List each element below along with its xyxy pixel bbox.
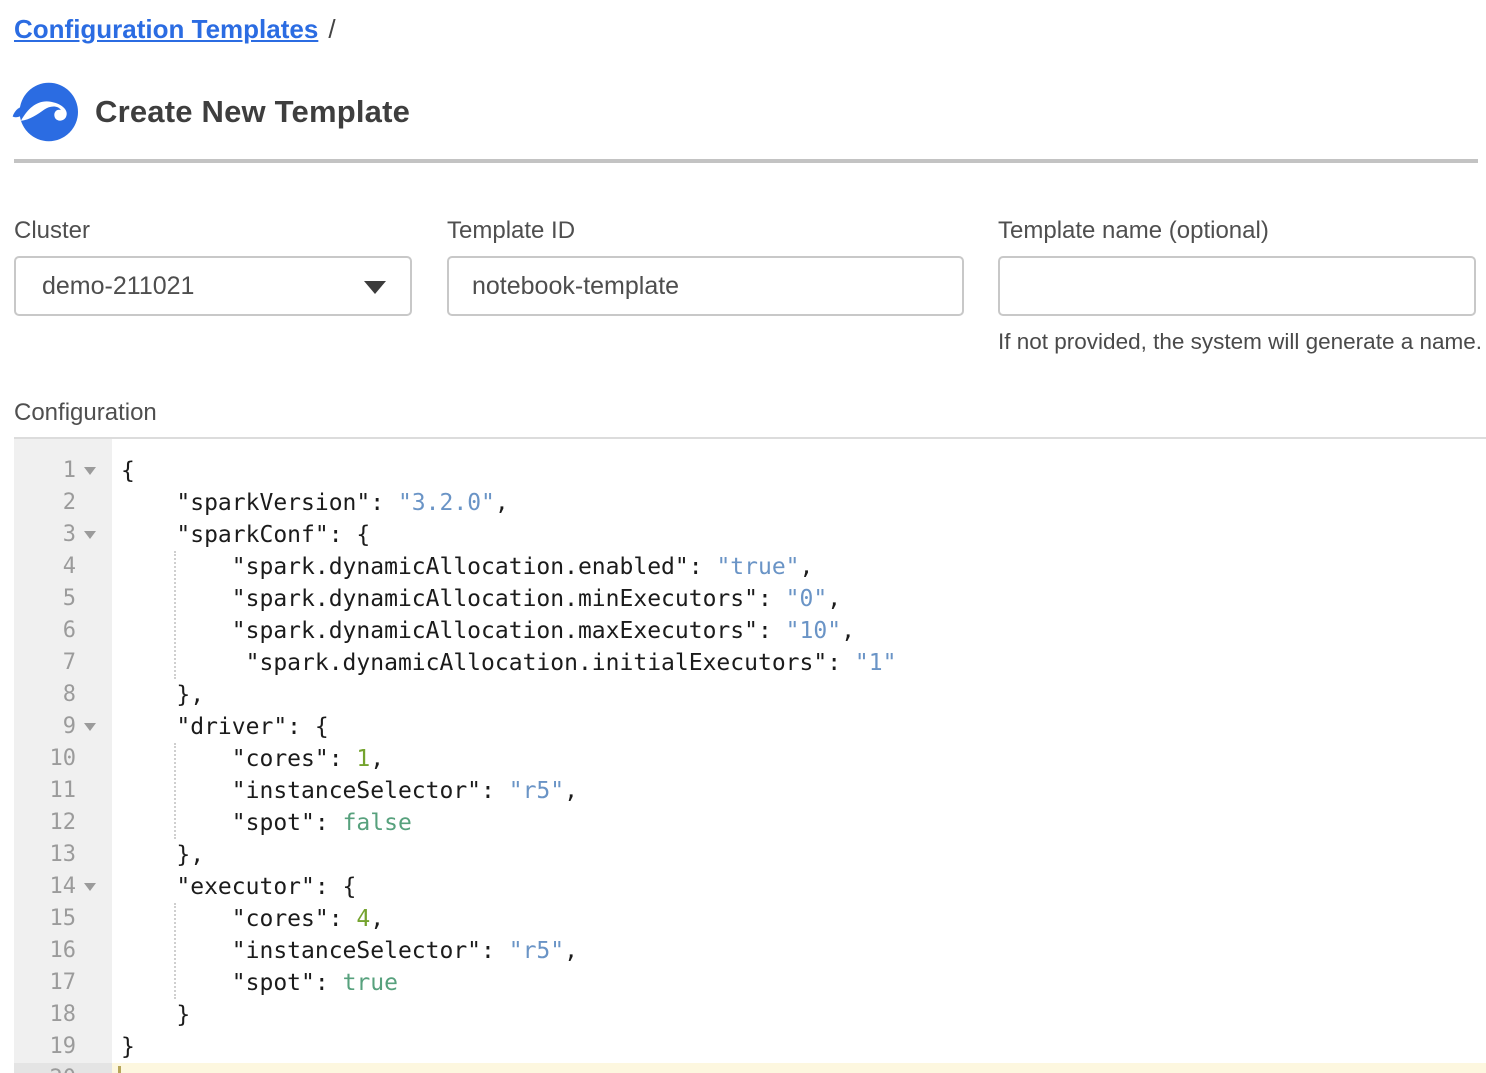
code-line[interactable]: "cores": 1,	[112, 743, 1486, 775]
fold-arrow-icon[interactable]	[84, 723, 96, 731]
gutter-cell: 9	[14, 711, 112, 743]
code-line[interactable]: "spark.dynamicAllocation.minExecutors": …	[112, 583, 1486, 615]
line-number: 8	[14, 679, 76, 711]
gutter-cell: 16	[14, 935, 112, 967]
cluster-select-value: demo-211021	[42, 272, 194, 301]
gutter-cell: 2	[14, 487, 112, 519]
template-id-input[interactable]	[447, 256, 964, 316]
line-number: 6	[14, 615, 76, 647]
fold-arrow-icon[interactable]	[84, 883, 96, 891]
line-number: 18	[14, 999, 76, 1031]
code-line[interactable]: "driver": {	[112, 711, 1486, 743]
code-line[interactable]: "spark.dynamicAllocation.maxExecutors": …	[112, 615, 1486, 647]
code-line[interactable]: "spot": true	[112, 967, 1486, 999]
cluster-label: Cluster	[14, 216, 412, 246]
template-id-label: Template ID	[447, 216, 964, 246]
gutter-cell: 17	[14, 967, 112, 999]
fold-arrow-icon[interactable]	[84, 531, 96, 539]
page-title: Create New Template	[95, 94, 410, 130]
line-number: 4	[14, 551, 76, 583]
line-number: 1	[14, 455, 76, 487]
gutter-cell: 10	[14, 743, 112, 775]
gutter-cell: 11	[14, 775, 112, 807]
template-name-label: Template name (optional)	[998, 216, 1476, 246]
gutter-cell: 13	[14, 839, 112, 871]
code-line[interactable]: }	[112, 1031, 1486, 1063]
code-line[interactable]: "instanceSelector": "r5",	[112, 935, 1486, 967]
code-line[interactable]: }	[112, 999, 1486, 1031]
code-line[interactable]: },	[112, 839, 1486, 871]
gutter-cell: 12	[14, 807, 112, 839]
line-number: 13	[14, 839, 76, 871]
code-line[interactable]: "sparkVersion": "3.2.0",	[112, 487, 1486, 519]
gutter-cell: 7	[14, 647, 112, 679]
line-number: 20	[14, 1063, 76, 1073]
template-id-field: Template ID	[447, 216, 964, 316]
code-line[interactable]: "executor": {	[112, 871, 1486, 903]
code-line[interactable]	[112, 1063, 1486, 1073]
configuration-label: Configuration	[14, 399, 157, 427]
configuration-editor[interactable]: 1234567891011121314151617181920 { "spark…	[14, 437, 1486, 1073]
gutter-cell: 14	[14, 871, 112, 903]
line-number: 16	[14, 935, 76, 967]
line-number: 5	[14, 583, 76, 615]
code-line[interactable]: "sparkConf": {	[112, 519, 1486, 551]
breadcrumb-separator: /	[328, 14, 335, 44]
template-name-helper-text: If not provided, the system will generat…	[998, 329, 1476, 355]
fold-arrow-icon[interactable]	[84, 467, 96, 475]
line-number: 19	[14, 1031, 76, 1063]
gutter-cell: 5	[14, 583, 112, 615]
gutter-cell: 18	[14, 999, 112, 1031]
page-header: Create New Template	[12, 80, 410, 144]
line-number: 15	[14, 903, 76, 935]
code-line[interactable]: "spark.dynamicAllocation.enabled": "true…	[112, 551, 1486, 583]
gutter-cell: 4	[14, 551, 112, 583]
gutter-cell: 1	[14, 455, 112, 487]
line-number: 9	[14, 711, 76, 743]
text-cursor	[118, 1066, 121, 1073]
cluster-select[interactable]: demo-211021	[14, 256, 412, 316]
line-number: 14	[14, 871, 76, 903]
breadcrumb: Configuration Templates /	[14, 12, 336, 46]
code-line[interactable]: {	[112, 455, 1486, 487]
gutter-cell: 20	[14, 1063, 112, 1073]
code-line[interactable]: },	[112, 679, 1486, 711]
chevron-down-icon	[364, 281, 386, 294]
code-line[interactable]: "spot": false	[112, 807, 1486, 839]
template-name-field: Template name (optional) If not provided…	[998, 216, 1476, 355]
gutter-cell: 8	[14, 679, 112, 711]
editor-gutter: 1234567891011121314151617181920	[14, 439, 112, 1073]
code-line[interactable]: "cores": 4,	[112, 903, 1486, 935]
gutter-cell: 19	[14, 1031, 112, 1063]
line-number: 12	[14, 807, 76, 839]
code-line[interactable]: "spark.dynamicAllocation.initialExecutor…	[112, 647, 1486, 679]
line-number: 3	[14, 519, 76, 551]
line-number: 11	[14, 775, 76, 807]
ocean-wave-logo-icon	[12, 80, 78, 144]
cluster-field: Cluster demo-211021	[14, 216, 412, 316]
line-number: 10	[14, 743, 76, 775]
gutter-cell: 6	[14, 615, 112, 647]
editor-code-area[interactable]: { "sparkVersion": "3.2.0", "sparkConf": …	[112, 439, 1486, 1073]
line-number: 17	[14, 967, 76, 999]
gutter-cell: 3	[14, 519, 112, 551]
breadcrumb-link-configuration-templates[interactable]: Configuration Templates	[14, 14, 318, 44]
line-number: 2	[14, 487, 76, 519]
gutter-cell: 15	[14, 903, 112, 935]
line-number: 7	[14, 647, 76, 679]
header-divider	[14, 159, 1478, 163]
code-line[interactable]: "instanceSelector": "r5",	[112, 775, 1486, 807]
template-name-input[interactable]	[998, 256, 1476, 316]
